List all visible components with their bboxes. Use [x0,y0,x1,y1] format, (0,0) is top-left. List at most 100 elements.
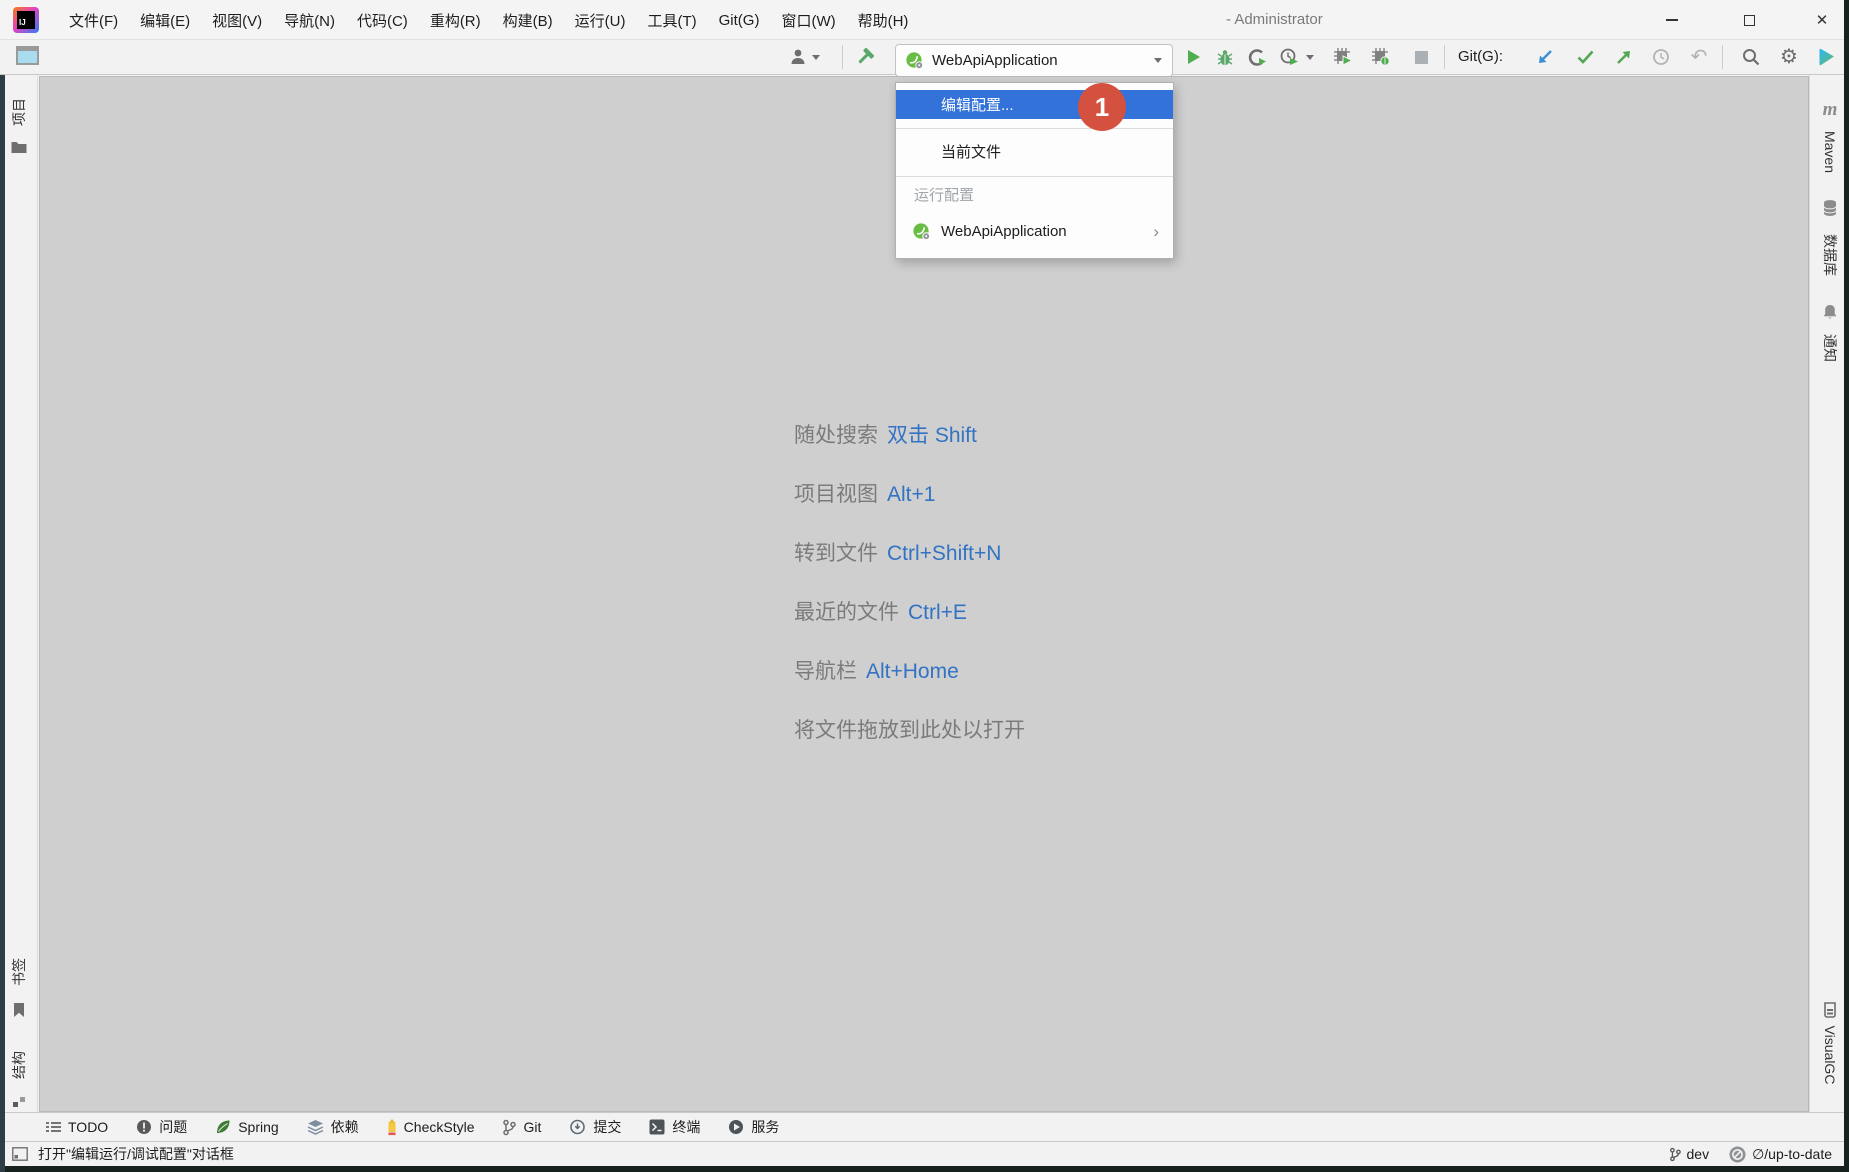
main-toolbar: WebApiApplication [0,40,1849,75]
debug-attached-button[interactable] [1366,43,1396,71]
tool-button-services[interactable]: 服务 [728,1117,779,1137]
menu-tools[interactable]: 工具(T) [636,0,707,40]
hint-shortcut-link[interactable]: Ctrl+Shift+N [887,542,1001,565]
run-configuration-combo[interactable]: WebApiApplication [895,44,1173,77]
hint-shortcut-link[interactable]: Alt+1 [887,483,935,506]
debug-button[interactable] [1210,43,1240,71]
git-update-button[interactable] [1530,43,1560,71]
minimize-button[interactable] [1646,0,1698,40]
tool-button-label: Git [523,1119,541,1135]
close-button[interactable]: ✕ [1796,0,1848,40]
menu-item-edit-configurations[interactable]: 编辑配置... [896,90,1173,119]
run-attached-button[interactable] [1328,43,1358,71]
status-message: 打开"编辑运行/调试配置"对话框 [38,1144,234,1164]
menu-navigate[interactable]: 导航(N) [273,0,346,40]
search-everywhere-button[interactable] [1736,43,1766,71]
bug-icon [1216,48,1234,67]
hint-shortcut-link[interactable]: Alt+Home [866,660,959,683]
stop-icon [1415,51,1428,64]
visualgc-icon[interactable] [1823,1002,1837,1018]
menu-refactor[interactable]: 重构(R) [419,0,492,40]
intellij-logo-icon: IJ [13,7,39,33]
run-configurations-popup: 编辑配置... 当前文件 运行配置 WebApiApplication › [895,82,1174,259]
tool-button-label: 问题 [159,1117,187,1137]
tool-button-label: 终端 [672,1117,700,1137]
tool-button-git[interactable]: Git [502,1119,541,1136]
chip-run-icon [1333,47,1353,67]
tool-button-terminal[interactable]: 终端 [649,1117,700,1137]
git-branch-icon [502,1119,516,1136]
maximize-button[interactable] [1723,0,1775,40]
menu-edit[interactable]: 编辑(E) [129,0,201,40]
menu-window[interactable]: 窗口(W) [770,0,846,40]
hint-label: 转到文件 [794,542,878,565]
profiler-button[interactable] [1274,43,1304,71]
toolbar-separator [1444,45,1445,69]
status-bar: 打开"编辑运行/调试配置"对话框 dev ∅/up-to-date [0,1141,1849,1166]
chip-debug-icon [1371,47,1391,67]
git-push-button[interactable] [1608,43,1638,71]
menu-build[interactable]: 构建(B) [492,0,564,40]
git-rollback-button[interactable]: ↶ [1684,43,1714,71]
search-icon [1741,47,1761,67]
hint-shortcut-link[interactable]: Ctrl+E [908,601,967,624]
database-icon[interactable] [1823,200,1838,217]
folder-icon[interactable] [11,140,28,154]
hint-shortcut-link[interactable]: 双击 Shift [887,424,977,447]
menu-help[interactable]: 帮助(H) [847,0,920,40]
tool-button-label: CheckStyle [404,1119,475,1135]
menu-git[interactable]: Git(G) [708,0,771,40]
tool-button-checkstyle[interactable]: CheckStyle [387,1119,475,1136]
tool-button-label: TODO [68,1119,108,1135]
branch-icon [1669,1147,1681,1162]
stop-button[interactable] [1406,43,1436,71]
menu-code[interactable]: 代码(C) [346,0,419,40]
profiler-chevron-button[interactable] [1302,43,1318,71]
tool-button-project[interactable]: 项目 [9,98,29,126]
structure-icon[interactable] [12,1096,26,1108]
tool-window-toggle-icon[interactable] [12,1147,28,1161]
tool-button-todo[interactable]: TODO [46,1119,108,1135]
services-icon [728,1119,744,1135]
menu-item-current-file[interactable]: 当前文件 [896,135,1173,167]
hint-label: 项目视图 [794,483,878,506]
git-history-button[interactable] [1646,43,1676,71]
tool-button-commit[interactable]: 提交 [569,1117,621,1137]
tool-button-dependencies[interactable]: 依赖 [307,1117,359,1137]
popup-separator [896,128,1173,129]
uptodate-status-widget[interactable]: ∅/up-to-date [1752,1146,1832,1163]
git-branch-widget[interactable]: dev [1687,1146,1710,1162]
run-with-coverage-button[interactable] [1242,43,1272,71]
menu-file[interactable]: 文件(F) [58,0,129,40]
tool-window-layout-icon[interactable] [16,46,39,65]
tool-button-visualgc[interactable]: VisualGC [1822,1026,1838,1085]
update-arrow-icon [1536,48,1555,67]
tool-button-database[interactable]: 数据库 [1820,234,1840,276]
tool-button-label: 依赖 [331,1117,359,1137]
menu-view[interactable]: 视图(V) [201,0,273,40]
git-commit-button[interactable] [1570,43,1600,71]
tool-button-label: Spring [238,1119,278,1135]
push-arrow-icon [1614,48,1633,67]
plugin-logo-button[interactable] [1812,43,1842,71]
maven-icon[interactable]: m [1823,99,1838,121]
tool-button-bookmarks[interactable]: 书签 [9,958,29,986]
tool-button-notifications[interactable]: 通知 [1820,334,1840,362]
problems-icon [136,1119,152,1135]
window-border [1844,0,1849,1172]
window-title: - Administrator [1226,0,1323,40]
run-button[interactable] [1178,43,1208,71]
menu-run[interactable]: 运行(U) [564,0,637,40]
tool-button-structure[interactable]: 结构 [9,1051,29,1079]
tool-button-problems[interactable]: 问题 [136,1117,187,1137]
settings-button[interactable]: ⚙ [1774,43,1804,71]
user-profile-button[interactable] [782,43,826,71]
tool-button-label: 提交 [593,1117,621,1137]
tool-button-spring[interactable]: Spring [215,1119,278,1135]
bell-icon[interactable] [1823,304,1838,320]
build-button[interactable] [850,43,880,71]
menu-item-webapiapplication[interactable]: WebApiApplication › [896,213,1173,249]
history-clock-icon [1651,47,1671,67]
tool-button-maven[interactable]: Maven [1822,131,1838,173]
bookmark-icon[interactable] [13,1002,26,1018]
